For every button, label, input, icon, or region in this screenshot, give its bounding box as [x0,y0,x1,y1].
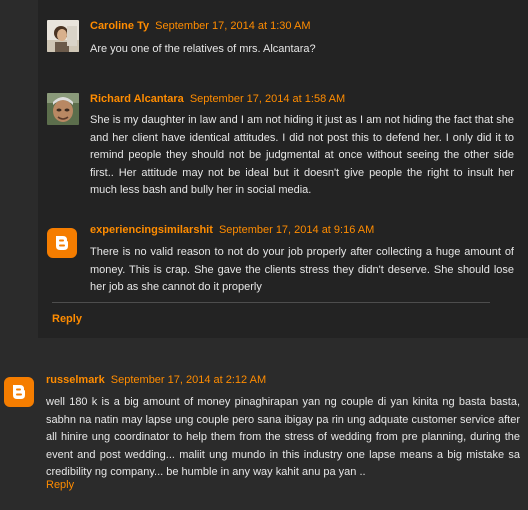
comment-author[interactable]: experiencingsimilarshit [90,224,213,236]
comment-body: She is my daughter in law and I am not h… [90,114,514,196]
comment-author[interactable]: Richard Alcantara [90,93,184,105]
reply-link[interactable]: Reply [46,479,74,491]
blogger-icon[interactable] [47,228,77,258]
comment-body: Are you one of the relatives of mrs. Alc… [90,43,316,55]
avatar[interactable] [47,93,79,125]
divider [52,302,490,303]
comment-header: experiencingsimilarshit September 17, 20… [90,224,374,236]
comment-date[interactable]: September 17, 2014 at 9:16 AM [219,224,374,236]
comment-date[interactable]: September 17, 2014 at 2:12 AM [111,374,266,386]
blogger-icon[interactable] [4,377,34,407]
comment-body: There is no valid reason to not do your … [90,246,514,293]
reply-link[interactable]: Reply [52,313,82,325]
comment-date[interactable]: September 17, 2014 at 1:58 AM [190,93,345,105]
comment-author[interactable]: Caroline Ty [90,20,149,32]
comment-header: Caroline Ty September 17, 2014 at 1:30 A… [90,20,310,32]
comment-header: russelmark September 17, 2014 at 2:12 AM [46,374,266,386]
reply-thread: Caroline Ty September 17, 2014 at 1:30 A… [38,0,528,338]
comment-author[interactable]: russelmark [46,374,105,386]
avatar[interactable] [47,20,79,52]
comment-header: Richard Alcantara September 17, 2014 at … [90,93,345,105]
comment-date[interactable]: September 17, 2014 at 1:30 AM [155,20,310,32]
comment-body: well 180 k is a big amount of money pina… [46,396,520,478]
